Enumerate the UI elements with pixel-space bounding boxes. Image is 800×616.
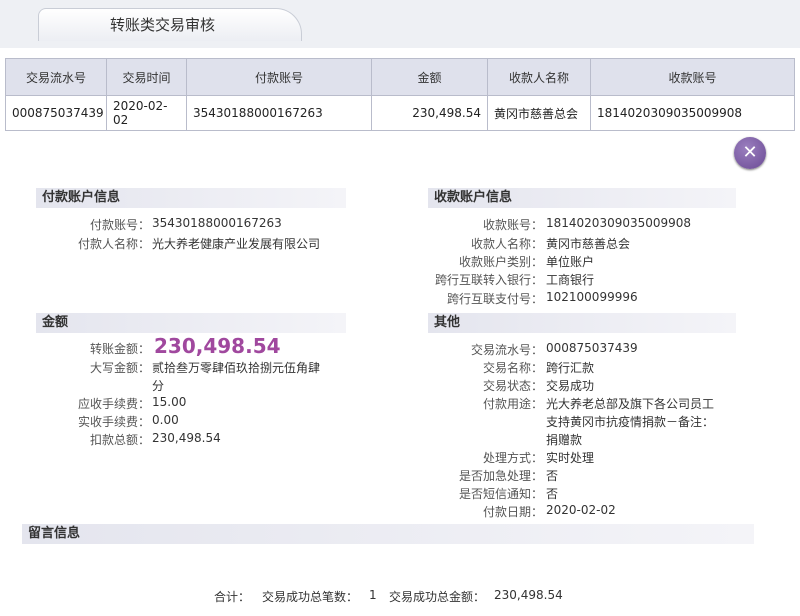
payee-section-title: 收款账户信息 <box>428 188 736 208</box>
payer-account-label: 付款账号： <box>89 218 150 232</box>
total-deduct-label: 扣款总额： <box>89 433 150 447</box>
purpose-line1: 光大养老总部及旗下各公司员工 <box>546 397 715 411</box>
fee-due-label: 应收手续费： <box>77 397 150 411</box>
table-row[interactable]: 000875037439 2020-02-02 3543018800016726… <box>5 95 795 131</box>
payer-account-value: 35430188000167263 <box>152 216 282 230</box>
grid-header-row: 交易流水号 交易时间 付款账号 金额 收款人名称 收款账号 <box>5 58 795 96</box>
sms-label: 是否短信通知： <box>458 487 543 501</box>
urgent-value: 否 <box>546 469 559 483</box>
method-value: 实时处理 <box>546 451 595 465</box>
footer-sum-label: 交易成功总金额： <box>389 590 486 604</box>
payer-name-label: 付款人名称： <box>77 237 150 251</box>
payee-name-label: 收款人名称： <box>470 237 543 251</box>
close-icon[interactable]: ✕ <box>734 137 766 169</box>
total-deduct-value: 230,498.54 <box>152 431 221 445</box>
footer-count-value: 1 <box>369 588 377 602</box>
status-label: 交易状态： <box>482 379 543 393</box>
date-label: 付款日期： <box>482 505 543 519</box>
status-value: 交易成功 <box>546 379 595 393</box>
fee-due-value: 15.00 <box>152 395 187 409</box>
payee-name-value: 黄冈市慈善总会 <box>546 237 631 251</box>
transaction-grid: 交易流水号 交易时间 付款账号 金额 收款人名称 收款账号 0008750374… <box>5 58 795 131</box>
cell-time: 2020-02-02 <box>106 95 187 131</box>
fee-paid-label: 实收手续费： <box>77 415 150 429</box>
cell-amount: 230,498.54 <box>371 95 488 131</box>
column-header: 收款账号 <box>590 58 795 96</box>
transfer-amount-value: 230,498.54 <box>154 334 281 358</box>
payee-payno-value: 102100099996 <box>546 290 638 304</box>
date-value: 2020-02-02 <box>546 503 616 517</box>
footer-total-label: 合计： <box>214 590 251 604</box>
message-section-title: 留言信息 <box>22 524 754 544</box>
payee-account-value: 1814020309035009908 <box>546 216 692 230</box>
upper-amount-line1: 贰拾叁万零肆佰玖拾捌元伍角肆 <box>152 361 321 375</box>
cell-payee-account: 1814020309035009908 <box>590 95 795 131</box>
transfer-amount-label: 转账金额： <box>89 342 150 356</box>
payer-section-title: 付款账户信息 <box>36 188 346 208</box>
sms-value: 否 <box>546 487 559 501</box>
urgent-label: 是否加急处理： <box>458 469 543 483</box>
cell-payee-name: 黄冈市慈善总会 <box>487 95 591 131</box>
payee-type-label: 收款账户类别： <box>458 255 543 269</box>
cell-payer-account: 35430188000167263 <box>186 95 372 131</box>
payee-type-value: 单位账户 <box>546 255 595 269</box>
txname-label: 交易名称： <box>482 361 543 375</box>
upper-amount-label: 大写金额： <box>89 361 150 375</box>
fee-paid-value: 0.00 <box>152 413 179 427</box>
payee-account-label: 收款账号： <box>482 218 543 232</box>
column-header: 交易流水号 <box>5 58 107 96</box>
column-header: 收款人名称 <box>487 58 591 96</box>
amount-section-title: 金额 <box>36 313 346 333</box>
payee-bank-value: 工商银行 <box>546 273 595 287</box>
purpose-label: 付款用途： <box>482 397 543 411</box>
other-section-title: 其他 <box>428 313 736 333</box>
column-header: 交易时间 <box>106 58 187 96</box>
purpose-line2: 支持黄冈市抗疫情捐款－备注： <box>546 415 715 429</box>
upper-amount-line2: 分 <box>152 379 165 393</box>
serial-label: 交易流水号： <box>470 343 543 357</box>
txname-value: 跨行汇款 <box>546 361 595 375</box>
payer-name-value: 光大养老健康产业发展有限公司 <box>152 237 321 251</box>
method-label: 处理方式： <box>482 451 543 465</box>
tab-title: 转账类交易审核 <box>110 16 216 34</box>
cell-serial: 000875037439 <box>5 95 107 131</box>
footer-sum-value: 230,498.54 <box>494 588 563 602</box>
serial-value: 000875037439 <box>546 341 638 355</box>
footer-count-label: 交易成功总笔数： <box>262 590 359 604</box>
payee-bank-label: 跨行互联转入银行： <box>434 273 543 287</box>
column-header: 付款账号 <box>186 58 372 96</box>
payee-payno-label: 跨行互联支付号： <box>446 292 543 306</box>
column-header: 金额 <box>371 58 488 96</box>
purpose-line3: 捐赠款 <box>546 433 583 447</box>
